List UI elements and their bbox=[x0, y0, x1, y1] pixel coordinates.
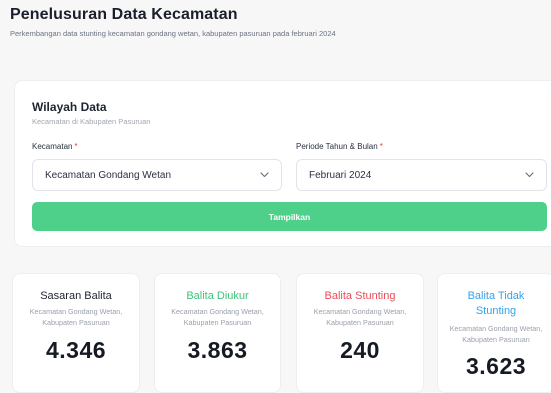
stat-title: Balita Stunting bbox=[324, 290, 396, 302]
filter-card: Wilayah Data Kecamatan di Kabupaten Pasu… bbox=[14, 80, 551, 247]
stat-description: Kecamatan Gondang Wetan, Kabupaten Pasur… bbox=[171, 307, 264, 327]
stat-value: 3.863 bbox=[187, 337, 248, 363]
kecamatan-label-text: Kecamatan bbox=[32, 142, 73, 151]
tampilkan-button[interactable]: Tampilkan bbox=[32, 202, 547, 231]
stat-title: Balita Diukur bbox=[186, 290, 249, 302]
periode-label-text: Periode Tahun & Bulan bbox=[296, 142, 378, 151]
stat-description: Kecamatan Gondang Wetan, Kabupaten Pasur… bbox=[313, 307, 407, 327]
stat-title: Balita Tidak Stunting bbox=[467, 290, 525, 317]
stat-card-balita-tidak-stunting: Balita Tidak Stunting Kecamatan Gondang … bbox=[437, 273, 551, 393]
stat-value: 240 bbox=[340, 337, 380, 363]
page-header: Penelusuran Data Kecamatan Perkembangan … bbox=[10, 6, 541, 38]
kecamatan-select-value: Kecamatan Gondang Wetan bbox=[45, 169, 172, 181]
periode-select[interactable]: Februari 2024 bbox=[296, 159, 547, 191]
chevron-down-icon bbox=[259, 170, 269, 180]
kecamatan-select[interactable]: Kecamatan Gondang Wetan bbox=[32, 159, 282, 191]
kecamatan-label: Kecamatan * bbox=[32, 142, 78, 151]
periode-select-value: Februari 2024 bbox=[309, 169, 372, 181]
stat-description: Kecamatan Gondang Wetan, Kabupaten Pasur… bbox=[449, 324, 543, 344]
periode-label: Periode Tahun & Bulan * bbox=[296, 142, 383, 151]
stat-card-balita-stunting: Balita Stunting Kecamatan Gondang Wetan,… bbox=[296, 273, 424, 393]
filter-card-title: Wilayah Data bbox=[32, 100, 107, 114]
stat-title: Sasaran Balita bbox=[40, 290, 112, 302]
stat-card-balita-diukur: Balita Diukur Kecamatan Gondang Wetan, K… bbox=[154, 273, 281, 393]
page-title: Penelusuran Data Kecamatan bbox=[10, 6, 238, 23]
filter-card-subtitle: Kecamatan di Kabupaten Pasuruan bbox=[32, 117, 151, 126]
required-mark: * bbox=[379, 142, 383, 151]
stat-card-sasaran-balita: Sasaran Balita Kecamatan Gondang Wetan, … bbox=[12, 273, 140, 393]
stat-value: 3.623 bbox=[465, 353, 527, 379]
required-mark: * bbox=[74, 142, 78, 151]
chevron-down-icon bbox=[524, 170, 534, 180]
page-subtitle: Perkembangan data stunting kecamatan gon… bbox=[10, 29, 336, 38]
stat-value: 4.346 bbox=[45, 337, 107, 363]
stat-description: Kecamatan Gondang Wetan, Kabupaten Pasur… bbox=[29, 307, 123, 327]
